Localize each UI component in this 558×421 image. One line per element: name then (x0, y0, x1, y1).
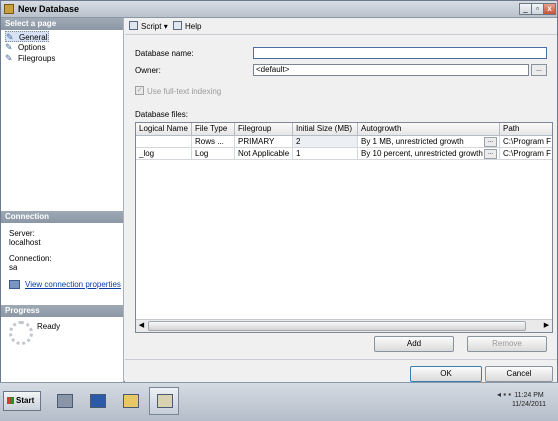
wrench-icon: ✎ (5, 42, 13, 52)
page-item-filegroups[interactable]: ✎ Filegroups (5, 53, 60, 64)
right-pane: Script ▾ Help Database name: Owner: <def… (125, 18, 557, 383)
autogrowth-cell[interactable]: By 1 MB, unrestricted growth (358, 136, 500, 148)
new-database-window: New Database _ ▫ x Select a page ✎ Gener… (0, 0, 558, 383)
fulltext-checkbox[interactable]: ✓ (135, 86, 144, 95)
database-name-input[interactable] (253, 47, 547, 59)
progress-status: Ready (37, 322, 61, 331)
connection-value: sa (9, 263, 18, 272)
taskbar-explorer[interactable] (115, 387, 145, 415)
scrollbar-thumb[interactable] (148, 321, 526, 331)
clock[interactable]: 11:24 PM 11/24/2011 (512, 391, 546, 409)
connection-label: Connection: (9, 254, 52, 263)
close-button[interactable]: x (543, 3, 556, 15)
column-header-filegroup[interactable]: Filegroup (235, 123, 293, 136)
column-header-file-type[interactable]: File Type (192, 123, 235, 136)
owner-browse-button[interactable]: ... (531, 64, 547, 76)
owner-input[interactable]: <default> (253, 64, 529, 76)
taskbar-management-studio[interactable] (149, 387, 179, 415)
database-name-label: Database name: (135, 49, 194, 58)
script-button[interactable]: Script ▾ (129, 21, 168, 31)
taskbar-server-manager[interactable] (49, 387, 79, 415)
powershell-icon (90, 394, 106, 408)
progress-spinner-icon (9, 321, 33, 345)
path-cell[interactable]: C:\Program F (500, 148, 552, 160)
tray-icons[interactable]: ◂ ▪ ▪ (497, 390, 511, 399)
logical-name-cell[interactable]: _log (136, 148, 192, 160)
divider (125, 359, 557, 360)
server-label: Server: (9, 229, 35, 238)
start-button[interactable]: Start (3, 391, 41, 411)
help-button[interactable]: Help (173, 21, 201, 31)
remove-button[interactable]: Remove (467, 336, 547, 352)
column-header-path[interactable]: Path (500, 123, 552, 136)
initial-size-cell[interactable]: 2 (293, 136, 358, 148)
filegroup-cell[interactable]: PRIMARY (235, 136, 293, 148)
management-studio-icon (157, 394, 173, 408)
page-item-general[interactable]: ✎ General (5, 31, 49, 42)
toolbar: Script ▾ Help (125, 18, 557, 35)
connection-header: Connection (1, 211, 123, 223)
window-title: New Database (18, 4, 80, 14)
initial-size-cell[interactable]: 1 (293, 148, 358, 160)
clock-date: 11/24/2011 (512, 401, 546, 408)
wrench-icon: ✎ (6, 32, 14, 42)
logical-name-cell[interactable] (136, 136, 192, 148)
folder-icon (123, 394, 139, 408)
server-manager-icon (57, 394, 73, 408)
autogrowth-browse-button[interactable]: ... (484, 149, 497, 159)
column-header-initial-size[interactable]: Initial Size (MB) (293, 123, 358, 136)
help-icon (173, 21, 182, 30)
add-button[interactable]: Add (374, 336, 454, 352)
scroll-right-icon[interactable]: ▶ (541, 321, 552, 331)
horizontal-scrollbar[interactable]: ◀ ▶ (136, 319, 552, 332)
page-item-options[interactable]: ✎ Options (5, 42, 49, 53)
cancel-button[interactable]: Cancel (485, 366, 553, 382)
wrench-icon: ✎ (5, 53, 13, 63)
path-cell[interactable]: C:\Program F (500, 136, 552, 148)
file-type-cell[interactable]: Rows ... (192, 136, 235, 148)
windows-logo-icon (7, 397, 14, 404)
database-files-label: Database files: (135, 110, 188, 119)
scroll-left-icon[interactable]: ◀ (136, 321, 147, 331)
database-files-grid: Logical Name File Type Filegroup Initial… (135, 122, 553, 333)
connection-properties-icon (9, 280, 20, 289)
clock-time: 11:24 PM (514, 392, 544, 399)
server-value: localhost (9, 238, 41, 247)
progress-header: Progress (1, 305, 123, 317)
database-icon (4, 4, 14, 14)
script-icon (129, 21, 138, 30)
column-header-autogrowth[interactable]: Autogrowth (358, 123, 500, 136)
owner-label: Owner: (135, 66, 161, 75)
column-header-logical-name[interactable]: Logical Name (136, 123, 192, 136)
left-pane: Select a page ✎ General ✎ Options ✎ File… (1, 18, 124, 383)
taskbar-powershell[interactable] (82, 387, 112, 415)
fulltext-label: Use full-text indexing (147, 87, 222, 96)
filegroup-cell[interactable]: Not Applicable (235, 148, 293, 160)
select-page-header: Select a page (1, 18, 123, 30)
ok-button[interactable]: OK (410, 366, 482, 382)
chevron-down-icon: ▾ (163, 22, 168, 31)
autogrowth-cell[interactable]: By 10 percent, unrestricted growth (358, 148, 500, 160)
taskbar: Start ◂ ▪ ▪ 11:24 PM 11/24/2011 (0, 382, 558, 421)
autogrowth-browse-button[interactable]: ... (484, 137, 497, 147)
title-bar[interactable]: New Database _ ▫ x (1, 1, 557, 18)
view-connection-properties-link[interactable]: View connection properties (25, 280, 121, 289)
file-type-cell[interactable]: Log (192, 148, 235, 160)
